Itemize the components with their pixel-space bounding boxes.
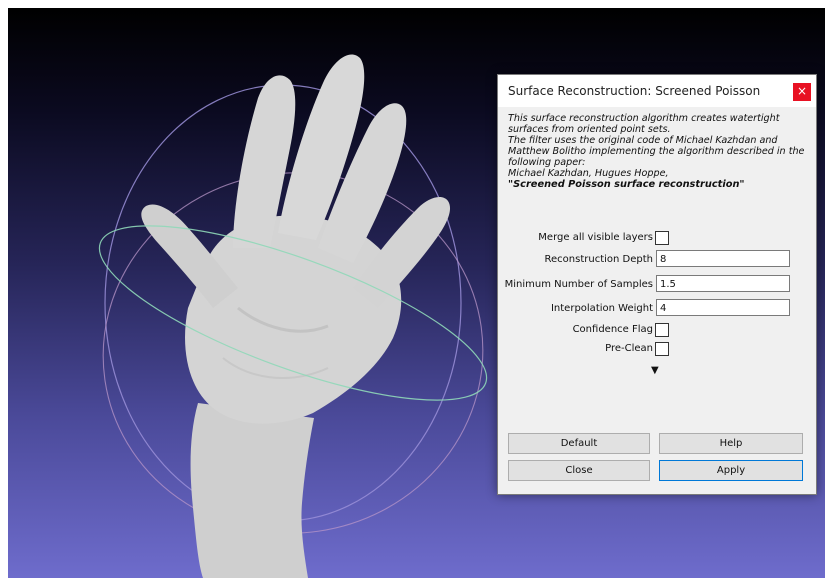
apply-button[interactable]: Apply [659, 460, 803, 481]
interpolation-weight-field[interactable]: 4 [656, 299, 790, 316]
description-line: Michael Kazhdan, Hugues Hoppe, [508, 168, 669, 179]
expand-arrow-icon[interactable]: ▼ [651, 365, 659, 376]
reconstruction-depth-field[interactable]: 8 [656, 250, 790, 267]
hand-mesh [141, 54, 451, 578]
screened-poisson-dialog: Surface Reconstruction: Screened Poisson… [497, 74, 817, 495]
close-icon[interactable]: × [793, 83, 811, 101]
dialog-titlebar[interactable]: Surface Reconstruction: Screened Poisson… [498, 75, 816, 107]
description-line: This surface reconstruction algorithm cr… [508, 113, 780, 124]
help-button[interactable]: Help [659, 433, 803, 454]
merge-layers-checkbox[interactable] [655, 231, 669, 245]
pre-clean-label: Pre-Clean [605, 343, 653, 354]
min-samples-field[interactable]: 1.5 [656, 275, 790, 292]
interpolation-weight-label: Interpolation Weight [550, 303, 653, 314]
reconstruction-depth-label: Reconstruction Depth [544, 254, 653, 265]
description-line: Matthew Bolitho implementing the algorit… [508, 146, 805, 157]
confidence-flag-label: Confidence Flag [572, 324, 653, 335]
description-line: surfaces from oriented point sets. [508, 124, 671, 135]
dialog-title: Surface Reconstruction: Screened Poisson [508, 84, 761, 98]
merge-layers-label: Merge all visible layers [538, 232, 653, 243]
close-button[interactable]: Close [508, 460, 650, 481]
confidence-flag-checkbox[interactable] [655, 323, 669, 337]
description-line: following paper: [508, 157, 586, 168]
pre-clean-checkbox[interactable] [655, 342, 669, 356]
default-button[interactable]: Default [508, 433, 650, 454]
description-line: The filter uses the original code of Mic… [508, 135, 778, 146]
min-samples-label: Minimum Number of Samples [504, 279, 653, 290]
paper-title: "Screened Poisson surface reconstruction… [508, 179, 745, 190]
filter-description: This surface reconstruction algorithm cr… [508, 113, 808, 190]
